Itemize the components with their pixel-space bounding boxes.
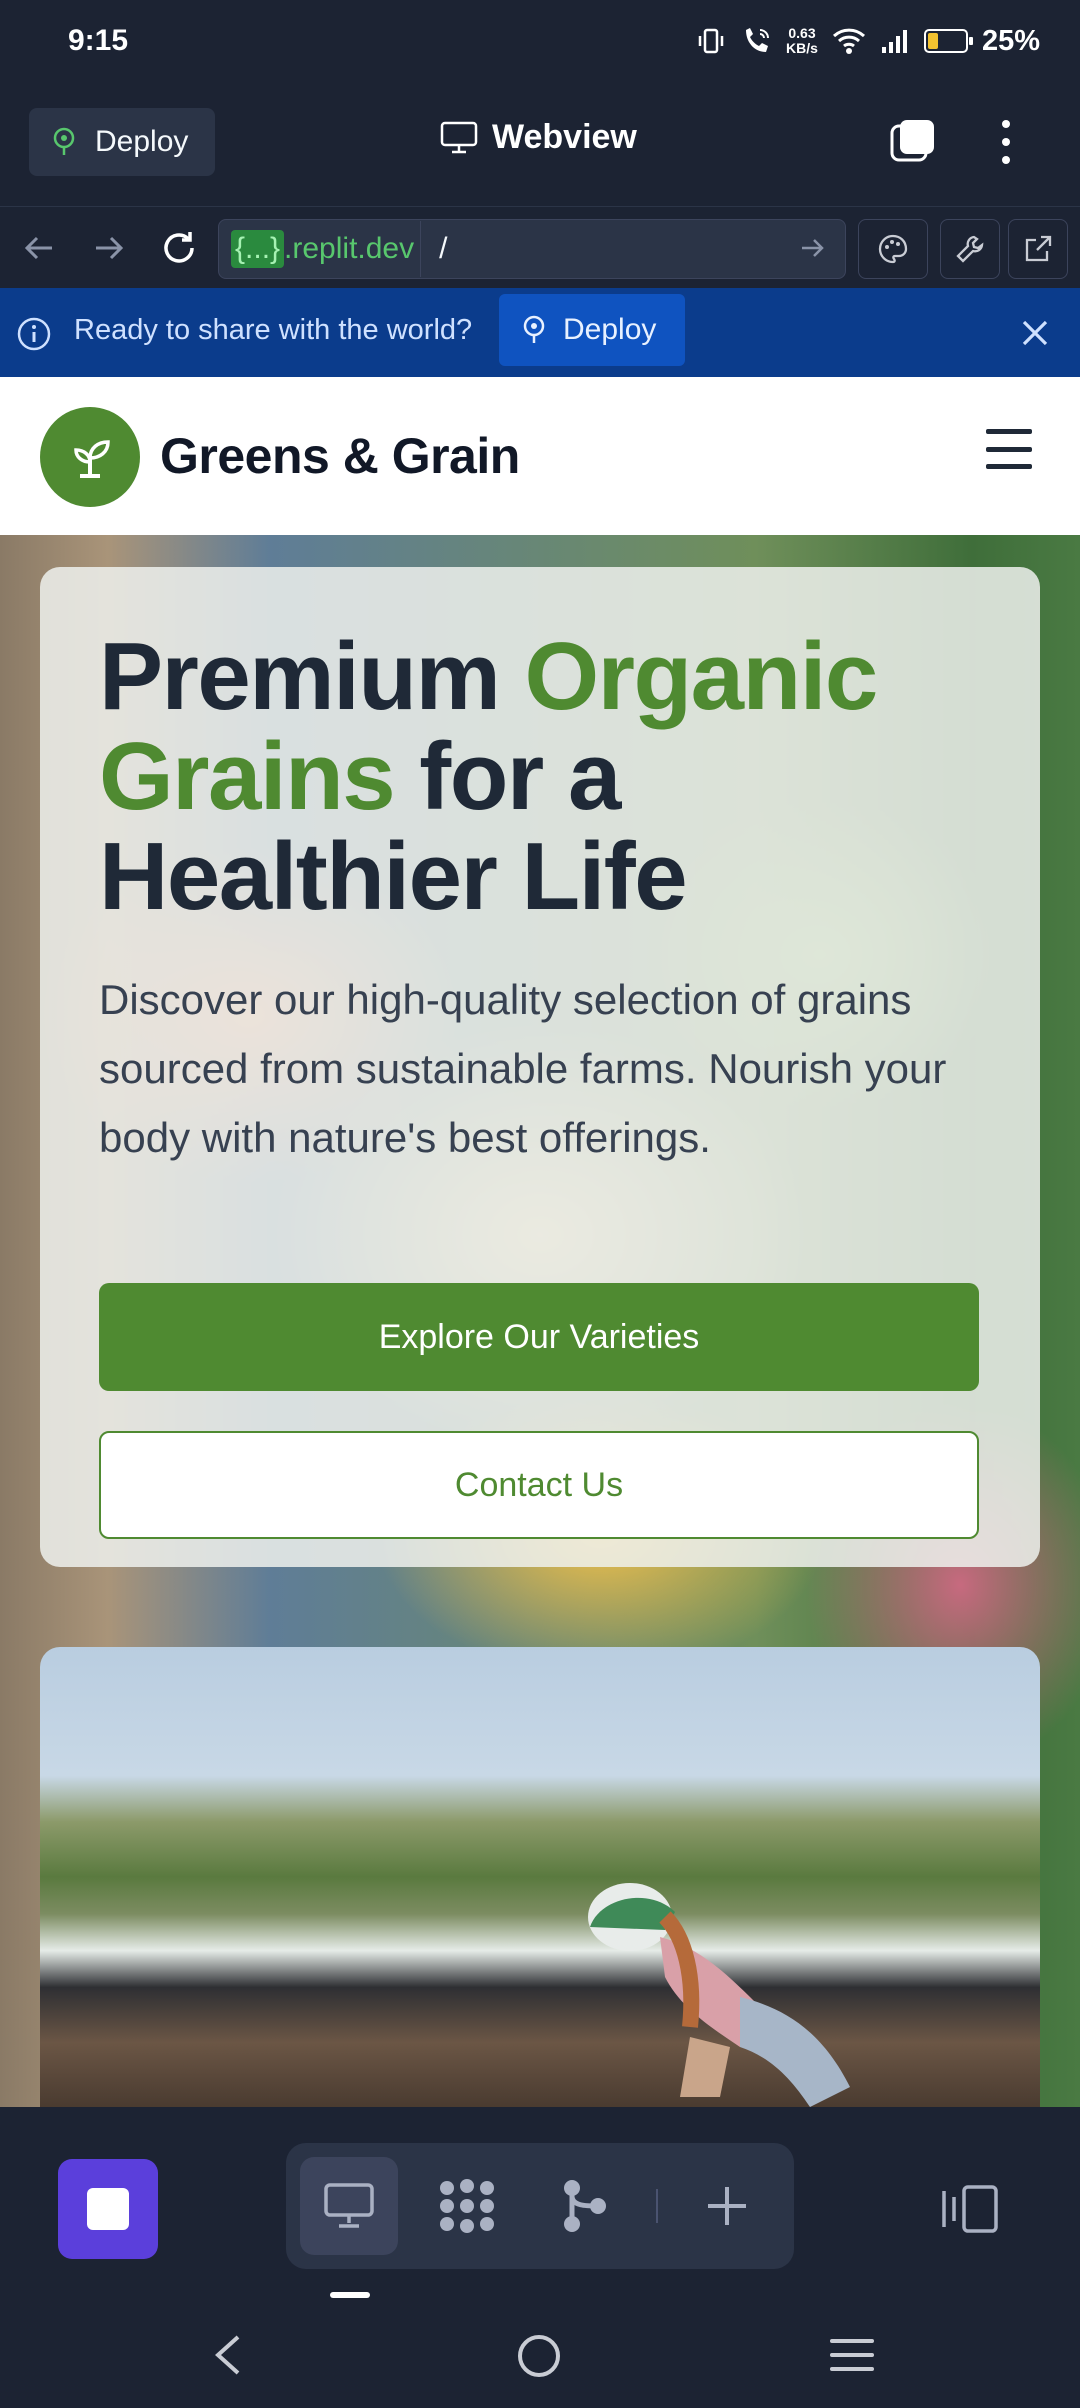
stop-button[interactable] xyxy=(58,2159,158,2259)
wifi-icon xyxy=(832,28,865,54)
deploy-icon xyxy=(53,127,75,155)
external-link-icon[interactable] xyxy=(1008,219,1068,279)
git-branch-icon[interactable] xyxy=(536,2157,634,2255)
url-braces: {...} xyxy=(231,230,285,268)
stop-icon xyxy=(87,2188,129,2230)
tabs-icon[interactable] xyxy=(890,118,936,164)
webview-title-text: Webview xyxy=(492,118,637,156)
system-back-icon[interactable] xyxy=(210,2333,246,2377)
battery-fill xyxy=(927,33,938,49)
hero-section: Premium Organic Grains for a Healthier L… xyxy=(0,535,1080,2107)
back-arrow-icon[interactable] xyxy=(14,223,64,273)
more-options-icon[interactable] xyxy=(988,114,1024,170)
signal-icon xyxy=(881,30,907,53)
hero-subtitle: Discover our high-quality selection of g… xyxy=(99,976,947,1161)
vibrate-icon xyxy=(698,28,724,54)
go-arrow-icon[interactable] xyxy=(799,233,827,263)
reload-icon[interactable] xyxy=(154,223,204,273)
webview-tool-icon[interactable] xyxy=(300,2157,398,2255)
add-tab-icon[interactable] xyxy=(678,2157,776,2255)
deploy-banner: Ready to share with the world? Deploy xyxy=(0,288,1080,377)
monitor-icon xyxy=(440,121,478,153)
palette-icon[interactable] xyxy=(858,219,928,279)
system-home-icon[interactable] xyxy=(518,2335,560,2377)
wifi-call-icon xyxy=(746,28,770,52)
workspace-tools-icon[interactable] xyxy=(418,2157,516,2255)
hero-card: Premium Organic Grains for a Healthier L… xyxy=(40,567,1040,1567)
farmer-figure xyxy=(588,1883,850,2107)
info-icon xyxy=(17,317,51,351)
banner-deploy-label: Deploy xyxy=(563,313,657,346)
wrench-icon[interactable] xyxy=(940,219,1000,279)
status-icons: 0.63 KB/s 25% xyxy=(696,25,1040,58)
system-recents-icon[interactable] xyxy=(830,2339,874,2371)
status-bar: 9:15 0.63 KB/s 25% xyxy=(0,0,1080,82)
webview-title: Webview xyxy=(440,118,637,157)
android-nav-bar xyxy=(0,2303,1080,2408)
layout-toggle-icon[interactable] xyxy=(940,2179,1000,2239)
hero-title: Premium Organic Grains for a Healthier L… xyxy=(99,623,878,930)
site-brand[interactable]: Greens & Grain xyxy=(160,427,520,485)
deploy-button[interactable]: Deploy xyxy=(29,108,215,176)
status-time: 9:15 xyxy=(68,24,129,57)
banner-message: Ready to share with the world? xyxy=(74,314,473,346)
url-path: / xyxy=(439,232,448,265)
active-tab-indicator xyxy=(330,2292,370,2298)
webview-top-bar: Deploy Webview xyxy=(0,100,1080,184)
farm-image xyxy=(40,1647,1040,2107)
tool-group xyxy=(286,2143,794,2269)
battery-icon xyxy=(923,29,973,53)
url-domain: .replit.dev xyxy=(284,232,415,265)
forward-arrow-icon[interactable] xyxy=(84,223,134,273)
site-header: Greens & Grain xyxy=(0,377,1080,535)
explore-varieties-button[interactable]: Explore Our Varieties xyxy=(99,1283,979,1391)
url-input[interactable]: {...} .replit.dev / xyxy=(218,219,846,279)
deploy-icon xyxy=(523,315,545,343)
url-toolbar: {...} .replit.dev / xyxy=(0,206,1080,288)
banner-deploy-button[interactable]: Deploy xyxy=(499,294,685,366)
deploy-label: Deploy xyxy=(95,125,189,158)
battery-percent: 25% xyxy=(981,24,1040,57)
seedling-logo-icon[interactable] xyxy=(40,407,140,507)
hamburger-menu-icon[interactable] xyxy=(986,429,1032,469)
contact-us-button[interactable]: Contact Us xyxy=(99,1431,979,1539)
close-icon[interactable] xyxy=(1018,316,1052,350)
net-speed: 0.63 KB/s xyxy=(786,25,818,56)
replit-bottom-toolbar xyxy=(0,2107,1080,2303)
